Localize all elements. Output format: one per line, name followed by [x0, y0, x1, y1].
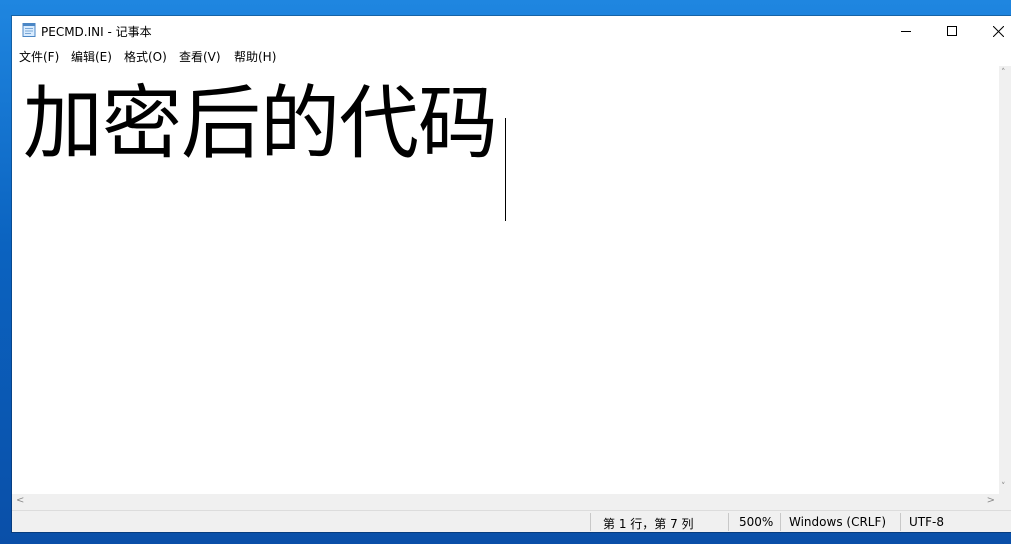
close-icon — [992, 25, 1004, 37]
scroll-left-icon[interactable]: < — [16, 495, 24, 506]
scroll-up-icon[interactable]: ˄ — [1001, 68, 1006, 78]
text-caret — [505, 118, 506, 221]
menu-bar: 文件(F) 编辑(E) 格式(O) 查看(V) 帮助(H) — [12, 46, 1011, 66]
status-line-ending: Windows (CRLF) — [789, 515, 887, 529]
window-title: PECMD.INI - 记事本 — [41, 25, 152, 39]
status-divider — [780, 513, 781, 531]
maximize-icon — [947, 26, 957, 36]
close-button[interactable] — [975, 16, 1011, 46]
notepad-icon — [22, 23, 36, 37]
vertical-scrollbar[interactable]: ˄ ˅ — [999, 66, 1011, 494]
maximize-button[interactable] — [929, 16, 975, 46]
scrollbar-corner — [999, 494, 1011, 510]
minimize-button[interactable] — [883, 16, 929, 46]
menu-edit[interactable]: 编辑(E) — [71, 48, 112, 65]
editor-content[interactable]: 加密后的代码 — [23, 74, 498, 174]
notepad-window: PECMD.INI - 记事本 文件(F) 编辑(E) 格式(O) 查看(V) … — [12, 16, 1011, 532]
menu-view[interactable]: 查看(V) — [179, 48, 221, 65]
status-bar: 第 1 行，第 7 列 500% Windows (CRLF) UTF-8 — [12, 510, 1011, 532]
menu-help[interactable]: 帮助(H) — [234, 48, 276, 65]
title-bar[interactable]: PECMD.INI - 记事本 — [12, 16, 1011, 46]
status-divider — [900, 513, 901, 531]
menu-format[interactable]: 格式(O) — [124, 48, 167, 65]
status-divider — [728, 513, 729, 531]
menu-file[interactable]: 文件(F) — [19, 48, 59, 65]
status-divider — [590, 513, 591, 531]
text-editor[interactable]: 加密后的代码 — [12, 66, 999, 494]
status-encoding: UTF-8 — [909, 515, 944, 529]
scroll-right-icon[interactable]: > — [987, 495, 995, 506]
horizontal-scrollbar[interactable]: < > — [12, 494, 999, 510]
status-cursor-position: 第 1 行，第 7 列 — [603, 517, 694, 531]
minimize-icon — [901, 31, 911, 32]
status-zoom: 500% — [739, 515, 774, 529]
scroll-down-icon[interactable]: ˅ — [1001, 482, 1006, 492]
